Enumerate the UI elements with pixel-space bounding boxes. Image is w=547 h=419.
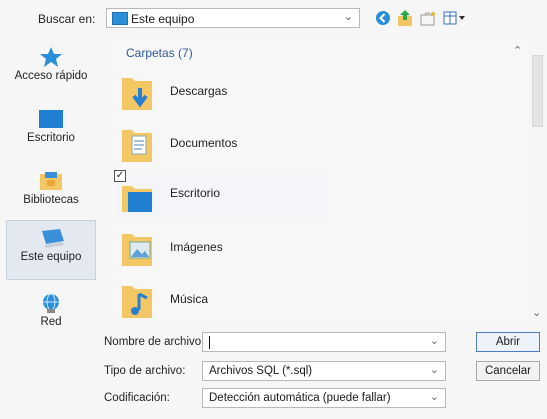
- lookin-label: Buscar en:: [38, 12, 96, 26]
- filename-input[interactable]: ⌄: [202, 332, 446, 352]
- folder-label: Escritorio: [170, 186, 221, 200]
- place-label: Red: [40, 316, 62, 328]
- filetype-value: Archivos SQL (*.sql): [209, 365, 313, 377]
- folder-label: Música: [170, 292, 209, 306]
- back-icon: [376, 11, 390, 25]
- file-list[interactable]: Carpetas (7) Descargas Documentos ✓ Escr…: [108, 40, 528, 320]
- place-label: Escritorio: [27, 132, 75, 144]
- filetype-label: Tipo de archivo:: [104, 365, 186, 377]
- star-icon: [40, 47, 62, 67]
- lookin-value: Este equipo: [131, 12, 195, 26]
- up-folder-icon: [398, 10, 412, 26]
- desktop-icon: [39, 110, 63, 128]
- desktop-folder-icon: [122, 186, 152, 212]
- chevron-down-icon: ⌄: [429, 391, 439, 403]
- lookin-combobox[interactable]: Este equipo ⌄: [106, 8, 360, 28]
- place-acceso-rapido[interactable]: Acceso rápido: [6, 40, 96, 96]
- folder-item-imagenes[interactable]: Imágenes: [116, 226, 326, 274]
- new-folder-button[interactable]: [419, 9, 437, 27]
- scroll-up-button[interactable]: ⌃: [513, 44, 522, 57]
- new-folder-icon: [420, 11, 436, 26]
- up-folder-button[interactable]: [396, 9, 414, 27]
- computer-icon: [112, 12, 128, 25]
- place-label: Acceso rápido: [14, 70, 88, 82]
- libraries-icon: [40, 172, 62, 190]
- folder-label: Documentos: [170, 136, 238, 150]
- downloads-folder-icon: [122, 78, 152, 110]
- folder-label: Imágenes: [170, 240, 223, 254]
- scroll-down-button[interactable]: ⌄: [532, 306, 541, 319]
- folder-item-musica[interactable]: Música: [116, 278, 326, 326]
- place-label: Este equipo: [20, 251, 82, 263]
- scrollbar-thumb[interactable]: [532, 55, 543, 127]
- folder-label: Descargas: [170, 84, 228, 98]
- chevron-down-icon: ⌄: [343, 11, 353, 23]
- views-menu-button[interactable]: [443, 9, 465, 27]
- places-bar: Acceso rápido Escritorio Bibliotecas Est…: [6, 40, 96, 340]
- chevron-down-icon: ⌄: [429, 364, 439, 376]
- group-header: Carpetas (7): [126, 46, 193, 60]
- open-button[interactable]: Abrir: [476, 332, 540, 352]
- place-label: Bibliotecas: [23, 194, 79, 206]
- back-button[interactable]: [374, 9, 392, 27]
- chevron-down-icon[interactable]: ⌄: [430, 334, 439, 347]
- place-escritorio[interactable]: Escritorio: [6, 102, 96, 158]
- documents-folder-icon: [122, 130, 152, 162]
- text-caret: [209, 336, 210, 349]
- place-este-equipo[interactable]: Este equipo: [6, 220, 96, 280]
- place-red[interactable]: Red: [6, 286, 96, 342]
- filetype-select[interactable]: Archivos SQL (*.sql) ⌄: [202, 361, 446, 381]
- pictures-folder-icon: [122, 234, 152, 266]
- network-icon: [43, 293, 59, 313]
- place-bibliotecas[interactable]: Bibliotecas: [6, 164, 96, 220]
- encoding-label: Codificación:: [104, 392, 170, 404]
- cancel-button[interactable]: Cancelar: [476, 361, 540, 381]
- folder-item-documentos[interactable]: Documentos: [116, 122, 326, 170]
- computer-icon: [42, 229, 64, 248]
- filename-label: Nombre de archivo:: [104, 336, 205, 348]
- encoding-select[interactable]: Detección automática (puede fallar) ⌄: [202, 388, 446, 408]
- folder-item-descargas[interactable]: Descargas: [116, 70, 326, 118]
- folder-item-escritorio[interactable]: ✓ Escritorio: [114, 170, 326, 220]
- views-menu-icon: [443, 11, 465, 25]
- encoding-value: Detección automática (puede fallar): [209, 392, 391, 404]
- music-folder-icon: [122, 286, 152, 318]
